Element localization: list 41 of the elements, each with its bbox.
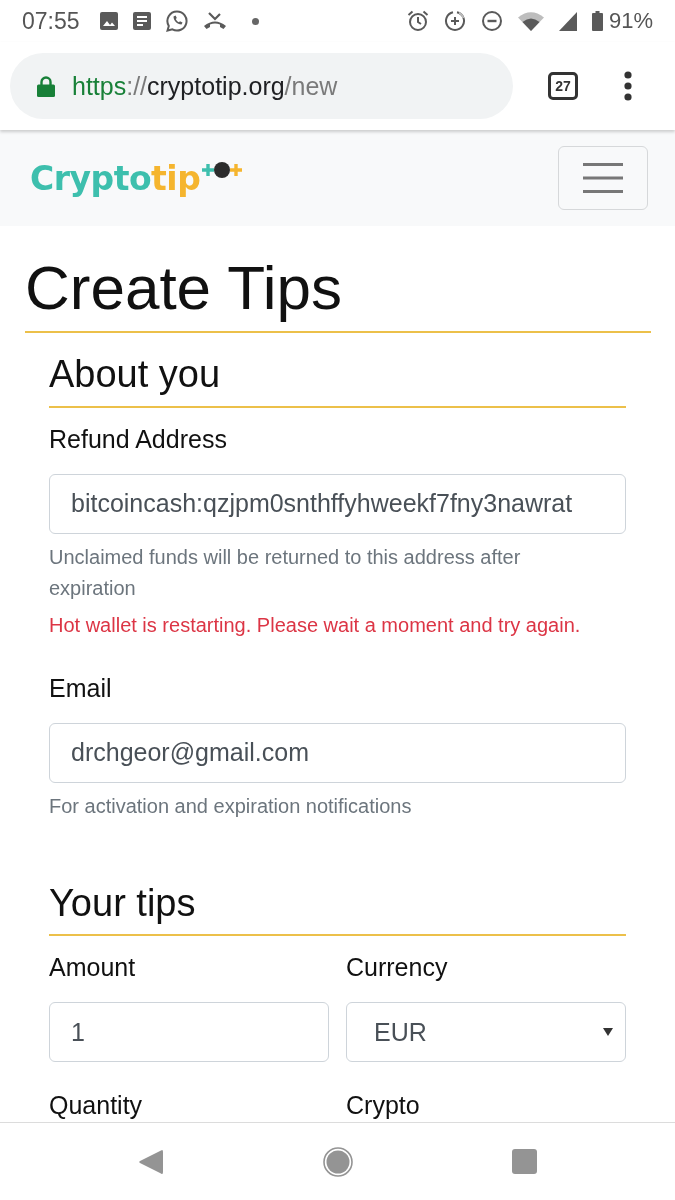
recents-icon [512,1149,537,1174]
field-label: Quantity [49,1090,143,1122]
battery-icon [591,11,603,31]
image-icon [99,12,118,30]
status-time: 07:55 [22,7,80,35]
caret-icon [603,1028,613,1037]
menu-icon [583,163,623,193]
notification-dot-icon [251,17,259,25]
battery-percentage: 91% [608,8,653,34]
address-bar[interactable]: https://cryptotip.org/new [10,53,513,119]
help-text: Unclaimed funds will be returned to this address after expiration [49,544,522,601]
dropdown-field[interactable]: EUR [346,1002,626,1063]
back-icon [138,1148,163,1175]
missed-call-icon [202,11,227,31]
menu-button[interactable] [558,146,648,210]
alarm-icon [406,10,429,32]
tab-count-button[interactable]: 27 [548,72,578,100]
more-options-icon[interactable] [624,71,632,101]
home-icon [322,1146,353,1177]
field-label: Email [49,672,112,704]
url-text: https://cryptotip.org/new [72,71,338,101]
page-title: Create Tips [25,251,651,333]
data-saver-icon [443,10,466,32]
wifi-icon [517,11,544,31]
field-label: Amount [49,952,136,984]
field-label: Crypto [346,1090,420,1122]
chat-bubble-phone-icon [165,10,188,32]
field-label: Currency [346,952,448,984]
field-label: Refund Address [49,423,227,455]
signal-icon [558,11,577,31]
input-field[interactable]: bitcoincash:qzjpm0snthffyhweekf7fny3nawrat [49,473,626,534]
input-field[interactable]: drchgeor@gmail.com [49,722,626,783]
lock-icon [37,75,55,97]
input-field[interactable]: 1 [49,1002,329,1063]
coin-plus-icon [202,161,245,178]
help-text: For activation and expiration notifications [49,793,412,819]
do-not-disturb-icon [480,10,503,32]
message-icon [132,12,151,30]
section-heading: Your tips [49,880,626,937]
error-text: Hot wallet is restarting. Please wait a moment and try again. [49,612,582,638]
section-heading: About you [49,352,626,408]
